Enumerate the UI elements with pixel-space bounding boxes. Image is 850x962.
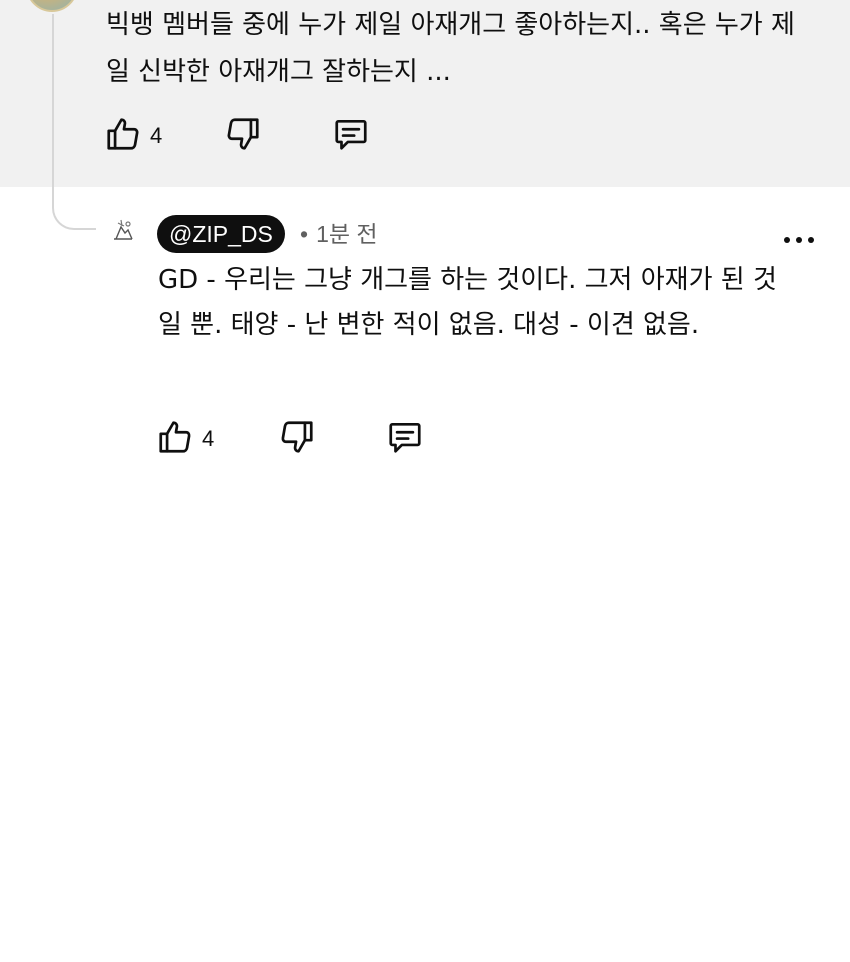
reply-reply-button[interactable] xyxy=(386,419,424,459)
reply-like-button[interactable]: 4 xyxy=(156,419,214,459)
reply-avatar[interactable] xyxy=(110,217,136,243)
thread-connector-line xyxy=(52,14,96,230)
thumbs-down-icon xyxy=(224,115,262,157)
parent-comment-text: 빅뱅 멤버들 중에 누가 제일 아재개그 좋아하는지.. 혹은 누가 제일 신박… xyxy=(106,10,795,87)
thumbs-up-icon xyxy=(156,418,194,460)
parent-dislike-button[interactable] xyxy=(224,116,262,156)
reply-dislike-button[interactable] xyxy=(278,419,316,459)
parent-like-button[interactable]: 4 xyxy=(104,116,162,156)
comments-page: 빅뱅 멤버들 중에 누가 제일 아재개그 좋아하는지.. 혹은 누가 제일 신박… xyxy=(0,0,850,962)
reply-comment-text: GD - 우리는 그냥 개그를 하는 것이다. 그저 아재가 된 것일 뿐. 태… xyxy=(158,265,777,340)
parent-comment: 빅뱅 멤버들 중에 누가 제일 아재개그 좋아하는지.. 혹은 누가 제일 신박… xyxy=(0,0,850,187)
thumbs-down-icon xyxy=(278,418,316,460)
more-dots-icon[interactable] xyxy=(784,230,814,250)
parent-avatar[interactable] xyxy=(26,0,78,12)
reply-comment-icon xyxy=(332,115,370,157)
reply-like-count: 4 xyxy=(202,426,215,451)
meta-separator: • xyxy=(300,221,309,247)
reply-timestamp[interactable]: 1분 전 xyxy=(316,221,378,247)
parent-reply-button[interactable] xyxy=(332,116,370,156)
parent-action-bar: 4 xyxy=(104,116,404,156)
reply-comment-icon xyxy=(386,418,424,460)
reply-meta: • 1분 전 xyxy=(300,215,378,253)
author-handle-badge[interactable]: @ZIP_DS xyxy=(157,215,285,253)
reply-action-bar: 4 xyxy=(156,419,456,459)
parent-like-count: 4 xyxy=(150,123,163,148)
thumbs-up-icon xyxy=(104,115,142,157)
